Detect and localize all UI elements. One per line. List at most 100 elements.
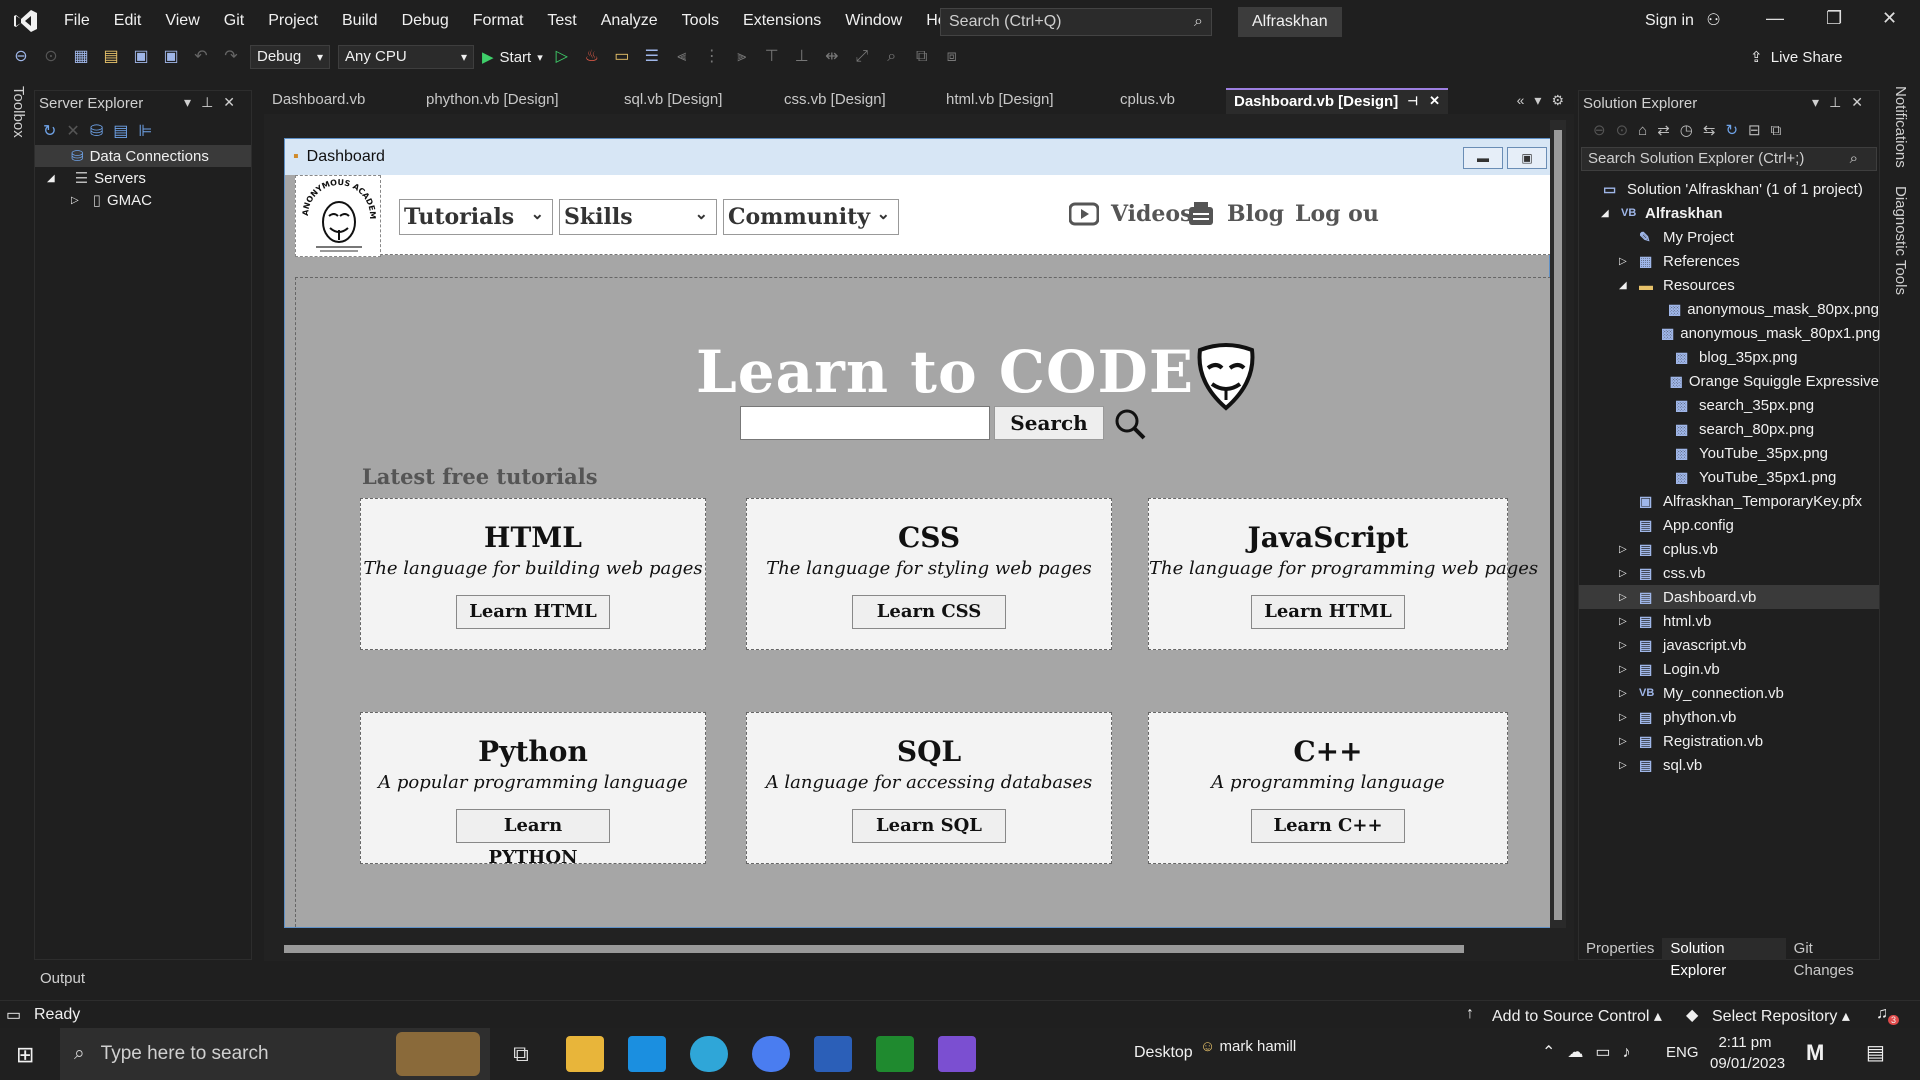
tree-data-connections[interactable]: ⛁ Data Connections [35, 145, 251, 167]
maximize-icon[interactable]: ❐ [1826, 8, 1842, 29]
solution-tree-item[interactable]: ▩ Orange Squiggle Expressive [1579, 369, 1879, 393]
menu-format[interactable]: Format [461, 0, 536, 42]
close-tab-icon[interactable]: ✕ [1429, 93, 1440, 109]
zoom-icon[interactable]: ⌕ [881, 46, 903, 68]
layout-icon[interactable]: ☰ [641, 46, 663, 68]
collapsed-arrow-icon[interactable]: ▷ [1619, 688, 1633, 699]
platform-select[interactable]: Any CPU [338, 45, 474, 69]
solution-tree-item[interactable]: ▩ YouTube_35px.png [1579, 441, 1879, 465]
redo-icon[interactable]: ↷ [220, 46, 242, 68]
anonymous-mask-icon[interactable] [1194, 342, 1258, 417]
learn-sql-button[interactable]: Learn SQL [852, 809, 1006, 843]
collapsed-arrow-icon[interactable]: ▷ [1619, 544, 1633, 555]
close-icon[interactable]: ✕ [1882, 8, 1897, 29]
solution-tree-item[interactable]: ▷ ▤ css.vb [1579, 561, 1879, 585]
solution-tree-item[interactable]: ▷ ▤ sql.vb [1579, 753, 1879, 777]
learn-css-button[interactable]: Learn CSS [852, 595, 1006, 629]
solution-tree-item[interactable]: ▷ ▦ References [1579, 249, 1879, 273]
tutorial-search-input[interactable] [740, 406, 990, 440]
edge-icon[interactable] [690, 1036, 728, 1072]
solution-tree-item[interactable]: ▭ Solution 'Alfraskhan' (1 of 1 project) [1579, 177, 1879, 201]
solution-tree-item[interactable]: ▷ ▤ javascript.vb [1579, 633, 1879, 657]
tutorials-combo[interactable]: Tutorials [399, 197, 553, 235]
pin-icon[interactable]: ⊣ [1408, 94, 1418, 108]
ide-search-box[interactable]: Search (Ctrl+Q) ⌕ [940, 8, 1212, 36]
taskbar-search[interactable]: ⌕ Type here to search [60, 1028, 490, 1080]
tab-dashboard-design[interactable]: Dashboard.vb [Design] ⊣ ✕ [1226, 88, 1448, 114]
solution-tree-item[interactable]: ▷ ▤ cplus.vb [1579, 537, 1879, 561]
word-icon[interactable] [814, 1036, 852, 1072]
visual-studio-logo-icon[interactable] [0, 0, 52, 42]
back-icon[interactable]: ⊖ [1593, 121, 1606, 139]
solution-tree-item[interactable]: ▷ ▤ Registration.vb [1579, 729, 1879, 753]
community-combo[interactable]: Community [723, 197, 899, 235]
start-button[interactable]: ▶ Start ▾ [482, 48, 543, 67]
collapsed-arrow-icon[interactable]: ▷ [1619, 712, 1633, 723]
notifications-bell-icon[interactable]: ♫ [1876, 1005, 1888, 1023]
solution-tree-item[interactable]: ▤ App.config [1579, 513, 1879, 537]
tab-html-design[interactable]: html.vb [Design] [938, 88, 1112, 114]
videos-link[interactable]: Videos [1069, 201, 1192, 227]
solution-tree-item[interactable]: ▷ ▤ Login.vb [1579, 657, 1879, 681]
tab-properties[interactable]: Properties [1578, 938, 1662, 960]
menu-window[interactable]: Window [833, 0, 914, 42]
language-indicator[interactable]: ENG [1666, 1044, 1699, 1061]
home-icon[interactable]: ⌂ [1638, 122, 1647, 139]
expanded-arrow-icon[interactable]: ◢ [1601, 208, 1615, 219]
clock[interactable]: 2:11 pm 09/01/2023 [1710, 1034, 1785, 1072]
designer-horizontal-scrollbar[interactable] [270, 942, 1548, 956]
panel-controls[interactable]: ▾⊥✕ [184, 94, 245, 111]
skills-combo[interactable]: Skills [559, 197, 717, 235]
solution-search-input[interactable]: Search Solution Explorer (Ctrl+;) ⌕ [1581, 147, 1877, 171]
tab-git-changes[interactable]: Git Changes [1786, 938, 1880, 979]
menu-git[interactable]: Git [212, 0, 256, 42]
diagnostic-tools-tab[interactable]: Diagnostic Tools [1892, 186, 1909, 295]
tab-cplus-vb[interactable]: cplus.vb [1112, 88, 1226, 114]
menu-edit[interactable]: Edit [102, 0, 154, 42]
tree-servers[interactable]: ◢ ☰ Servers [35, 167, 251, 189]
new-project-icon[interactable]: ▦ [70, 46, 92, 68]
minimize-icon[interactable]: — [1766, 8, 1784, 29]
folder-icon[interactable]: ▭ [611, 46, 633, 68]
collapsed-arrow-icon[interactable]: ▷ [1619, 664, 1633, 675]
tab-solution-explorer[interactable]: Solution Explorer [1662, 938, 1786, 979]
add-to-source-control[interactable]: Add to Source Control ▴ [1492, 1006, 1662, 1026]
anonymous-academy-logo[interactable]: ANONYMOUS ACADEMY [292, 169, 381, 257]
switch-views-icon[interactable]: ⇄ [1657, 121, 1670, 139]
align-bottom-icon[interactable]: ⊥ [791, 46, 813, 68]
collapsed-arrow-icon[interactable]: ▷ [1619, 736, 1633, 747]
hot-reload-icon[interactable]: ♨ [581, 46, 603, 68]
undo-icon[interactable]: ↶ [190, 46, 212, 68]
task-view-icon[interactable]: ⧉ [502, 1036, 540, 1072]
solution-tree-item[interactable]: ▩ blog_35px.png [1579, 345, 1879, 369]
file-explorer-icon[interactable] [566, 1036, 604, 1072]
menu-project[interactable]: Project [256, 0, 330, 42]
user-account[interactable]: ☺ mark hamill [1200, 1038, 1296, 1055]
search-icon[interactable] [1114, 408, 1146, 445]
collapsed-arrow-icon[interactable]: ▷ [1619, 568, 1633, 579]
notification-center-icon[interactable]: ▤ [1866, 1040, 1885, 1065]
connect-server-icon[interactable]: ▤ [113, 121, 128, 141]
expanded-arrow-icon[interactable]: ◢ [1619, 280, 1633, 291]
dashboard-form-designer[interactable]: ▪ Dashboard ▬ ▣ ANONYMOUS ACADEMY Tutori… [284, 138, 1551, 928]
chat-icon[interactable] [752, 1036, 790, 1072]
connect-database-icon[interactable]: ⛁ [90, 121, 103, 141]
sync-icon[interactable]: ⇆ [1703, 121, 1716, 139]
collapsed-arrow-icon[interactable]: ▷ [1619, 640, 1633, 651]
collapsed-arrow-icon[interactable]: ▷ [1619, 760, 1633, 771]
refresh-icon[interactable]: ↻ [1725, 121, 1738, 139]
align-center-icon[interactable]: ⋮ [701, 46, 723, 68]
desktop-label[interactable]: Desktop [1134, 1044, 1193, 1062]
start-without-debug-icon[interactable]: ▷ [551, 46, 573, 68]
history-icon[interactable]: ◷ [1680, 121, 1693, 139]
notifications-tab[interactable]: Notifications [1892, 86, 1909, 168]
form-minimize-icon[interactable]: ▬ [1463, 147, 1503, 169]
system-tray-icons[interactable]: ⌃☁▭♪ [1542, 1042, 1643, 1062]
scroll-thumb[interactable] [1554, 130, 1562, 920]
solution-tree-item[interactable]: ◢ ▬ Resources [1579, 273, 1879, 297]
form-maximize-icon[interactable]: ▣ [1507, 147, 1547, 169]
windows-start-icon[interactable]: ⊞ [16, 1042, 34, 1068]
blog-link[interactable]: Blog [1187, 201, 1284, 227]
toolbox-tab[interactable]: Toolbox [10, 86, 27, 138]
forward-icon[interactable]: ⊙ [1616, 121, 1629, 139]
